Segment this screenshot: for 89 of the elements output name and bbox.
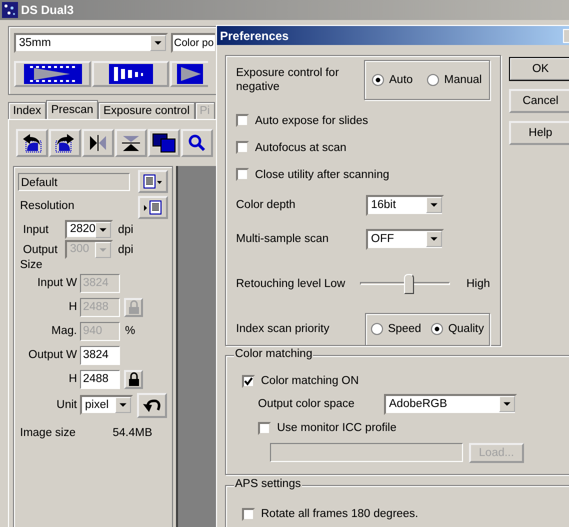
- filmstrip-view-button[interactable]: [14, 61, 91, 87]
- profile-path-field[interactable]: [270, 443, 463, 462]
- dialog-button[interactable]: OK: [509, 57, 569, 81]
- radio-option[interactable]: Quality: [431, 323, 484, 335]
- checkbox-option[interactable]: Auto expose for slides: [236, 107, 490, 134]
- unit-label: dpi: [118, 244, 134, 256]
- dropdown-arrow-icon: [426, 196, 442, 212]
- field-label: H: [68, 373, 78, 385]
- index-priority-label: Index scan priority: [236, 323, 330, 335]
- field-label: Output: [22, 244, 59, 256]
- low-label: Low: [324, 278, 346, 290]
- overlapping-squares-icon: [152, 133, 176, 153]
- multi-sample-dropdown[interactable]: OFF: [366, 228, 444, 250]
- dropdown-arrow-icon: [499, 396, 515, 412]
- settings-name-field[interactable]: Default: [18, 172, 130, 190]
- flip-icon: [121, 134, 141, 152]
- radio-option[interactable]: Speed: [370, 323, 422, 335]
- list-dropdown-icon: [143, 174, 163, 190]
- film-type-dropdown[interactable]: 35mm: [14, 33, 168, 53]
- lock-button[interactable]: [124, 370, 143, 388]
- filmstrip-icon: [24, 64, 82, 84]
- dropdown-arrow-icon: [426, 230, 442, 246]
- color-depth-dropdown[interactable]: 16bit: [366, 194, 444, 216]
- color-mode-dropdown[interactable]: Color po: [171, 33, 215, 53]
- image-size-label: Image size: [20, 427, 76, 439]
- app-icon: [2, 2, 18, 18]
- thumbnail-view-button[interactable]: [92, 61, 169, 87]
- settings-panel-button[interactable]: [138, 196, 168, 219]
- overlap-button[interactable]: [148, 129, 180, 157]
- group-title: Color matching: [234, 348, 314, 360]
- color-depth-label: Color depth: [236, 199, 296, 211]
- group-title: APS settings: [234, 478, 302, 490]
- padlock-icon: [128, 300, 140, 314]
- flip-vertical-button[interactable]: [115, 129, 147, 157]
- undo-icon: [142, 397, 162, 413]
- list-expand-icon: [143, 200, 163, 216]
- field-label: Mag.: [50, 325, 78, 337]
- dropdown-arrow-icon: [115, 397, 131, 413]
- multi-sample-label: Multi-sample scan: [236, 233, 330, 245]
- play-frame-icon: [177, 64, 203, 84]
- rotate-right-button[interactable]: [49, 129, 81, 157]
- exposure-control-label: Exposure control for negative: [236, 66, 340, 94]
- checkmark-icon: [244, 376, 253, 386]
- undo-button[interactable]: [137, 392, 167, 418]
- high-label: High: [466, 278, 490, 290]
- unit-label: %: [125, 325, 136, 337]
- retouching-label: Retouching level: [236, 278, 322, 290]
- field-label: H: [68, 301, 78, 313]
- search-icon: [188, 134, 206, 152]
- image-size-value: 54.4MB: [112, 427, 152, 439]
- tab[interactable]: Index: [8, 102, 46, 119]
- color-space-dropdown[interactable]: AdobeRGB: [384, 394, 517, 414]
- rotate-left-button[interactable]: [16, 129, 48, 157]
- field-label: Output W: [27, 349, 78, 361]
- field-label: Input: [22, 224, 50, 236]
- resolution-dropdown[interactable]: 2820: [65, 220, 113, 239]
- dropdown-arrow-icon: [150, 35, 166, 51]
- size-field[interactable]: 3824: [80, 346, 120, 364]
- tab[interactable]: Prescan: [46, 100, 98, 119]
- dropdown-arrow-icon: [95, 222, 111, 238]
- unit-label: dpi: [118, 224, 134, 236]
- checkbox-option[interactable]: Autofocus at scan: [236, 134, 490, 161]
- field-label: Input W: [36, 277, 78, 289]
- checkbox-option[interactable]: Use monitor ICC profile: [242, 416, 569, 440]
- rotate-right-icon: [54, 133, 76, 153]
- dialog-title: Preferences: [220, 28, 289, 42]
- unit-dropdown[interactable]: pixel: [80, 395, 133, 415]
- slider-thumb[interactable]: [404, 274, 414, 294]
- size-label: Size: [20, 259, 44, 271]
- checkbox-option[interactable]: Color matching ON: [242, 370, 569, 392]
- radio-option[interactable]: Manual: [427, 74, 482, 86]
- single-frame-button[interactable]: [170, 61, 208, 87]
- mirror-icon: [88, 134, 108, 152]
- tab[interactable]: Exposure control: [98, 102, 195, 119]
- zoom-button[interactable]: [181, 129, 213, 157]
- resolution-label: Resolution: [20, 200, 74, 212]
- frames-icon: [108, 64, 152, 84]
- dialog-button[interactable]: Help: [509, 121, 569, 145]
- padlock-icon: [128, 372, 140, 386]
- output-color-space-label: Output color space: [258, 398, 356, 410]
- mirror-button[interactable]: [82, 129, 114, 157]
- checkbox-option[interactable]: Close utility after scanning: [236, 161, 490, 188]
- window-title: DS Dual3: [21, 3, 74, 17]
- unit-field-label: Unit: [56, 399, 78, 411]
- settings-menu-button[interactable]: [138, 170, 168, 193]
- dialog-button[interactable]: Cancel: [509, 89, 569, 113]
- size-field[interactable]: 2488: [80, 370, 120, 388]
- radio-option[interactable]: Auto: [372, 74, 413, 86]
- rotate-left-icon: [21, 133, 43, 153]
